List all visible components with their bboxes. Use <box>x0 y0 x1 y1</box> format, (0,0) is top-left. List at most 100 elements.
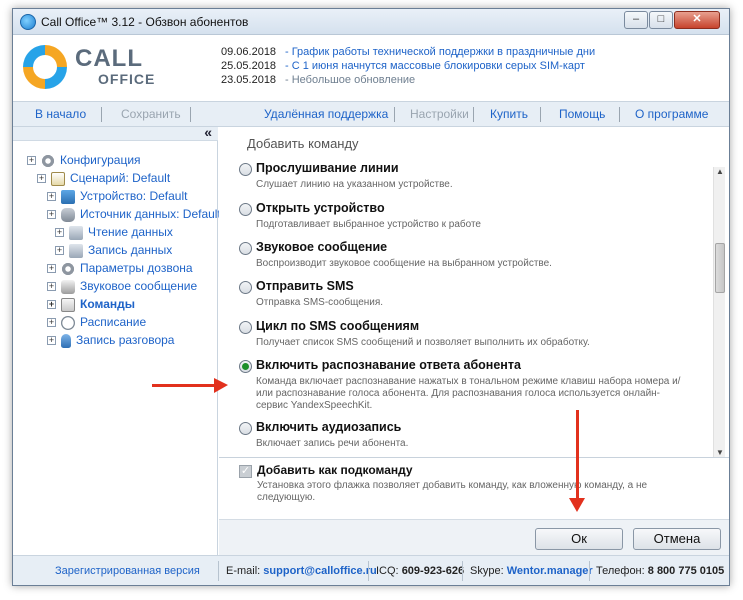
remote-support-button[interactable]: Удалённая поддержка <box>264 107 388 121</box>
phone-number: 8 800 775 0105 <box>647 565 725 577</box>
logo-text-call: CALL <box>75 45 143 72</box>
option-label: Открыть устройство <box>256 201 385 215</box>
tree-item-data-source[interactable]: + Источник данных: Default <box>47 206 221 223</box>
option-label: Отправить SMS <box>256 279 354 293</box>
tree-item-configuration[interactable]: + Конфигурация <box>27 152 141 169</box>
document-icon <box>51 171 65 186</box>
news-date: 25.05.2018 <box>221 60 277 72</box>
annotation-arrow-right <box>152 378 228 393</box>
expand-icon[interactable]: + <box>47 282 56 292</box>
subcommand-checkbox[interactable]: ✓ <box>239 465 252 478</box>
toolbar-divider <box>190 107 191 122</box>
news-link[interactable]: - Небольшое обновление <box>285 74 415 86</box>
device-icon <box>61 189 75 204</box>
save-button[interactable]: Сохранить <box>121 107 181 121</box>
expand-icon[interactable]: + <box>47 264 56 274</box>
expand-icon[interactable]: + <box>47 192 56 202</box>
option-label: Включить распознавание ответа абонента <box>256 358 521 372</box>
radio-button[interactable] <box>239 281 252 294</box>
radio-button[interactable] <box>239 163 252 176</box>
news-list: 09.06.2018 - График работы технической по… <box>221 45 595 87</box>
news-date: 23.05.2018 <box>221 74 277 86</box>
option-description: Получает список SMS сообщений и позволяе… <box>256 337 590 348</box>
subcommand-section: ✓ Добавить как подкоманду Установка этог… <box>219 457 729 507</box>
expand-icon[interactable]: + <box>55 246 64 256</box>
registered-version-label: Зарегистрированная версия <box>55 565 200 577</box>
icq-label: ICQ: <box>376 565 399 577</box>
news-link[interactable]: - С 1 июня начнутся массовые блокировки … <box>285 60 585 72</box>
news-item: 09.06.2018 - График работы технической по… <box>221 45 595 59</box>
radio-button-selected[interactable] <box>239 360 252 373</box>
radio-button[interactable] <box>239 422 252 435</box>
tree-item-commands[interactable]: + Команды <box>47 296 135 313</box>
tree-item-sound-message[interactable]: + Звуковое сообщение <box>47 278 197 295</box>
data-read-icon <box>69 225 83 240</box>
option-description: Воспроизводит звуковое сообщение на выбр… <box>256 258 552 269</box>
radio-button[interactable] <box>239 203 252 216</box>
gear-icon <box>41 153 55 168</box>
toolbar-divider <box>394 107 395 122</box>
email-link[interactable]: support@calloffice.ru <box>263 565 376 577</box>
about-button[interactable]: О программе <box>635 107 708 121</box>
expand-icon[interactable]: + <box>47 300 56 310</box>
commands-icon <box>61 297 75 312</box>
expand-icon[interactable]: + <box>37 174 46 184</box>
cancel-button[interactable]: Отмена <box>633 528 721 550</box>
tree-item-label: Запись разговора <box>76 333 175 347</box>
options-scrollbar[interactable]: ▲ ▼ <box>713 167 725 457</box>
expand-icon[interactable]: + <box>27 156 36 166</box>
maximize-button[interactable]: □ <box>649 11 673 29</box>
app-window: Call Office™ 3.12 - Обзвон абонентов – □… <box>12 8 730 586</box>
scrollbar-thumb[interactable] <box>715 243 725 293</box>
tree-item-data-read[interactable]: + Чтение данных <box>55 224 173 241</box>
tree-item-call-recording[interactable]: + Запись разговора <box>47 332 174 349</box>
minimize-button[interactable]: – <box>624 11 648 29</box>
option-label: Включить аудиозапись <box>256 420 402 434</box>
tree-item-label: Звуковое сообщение <box>80 279 198 293</box>
collapse-panel-button[interactable]: « <box>13 124 218 141</box>
option-description: Подготавливает выбранное устройство к ра… <box>256 219 481 230</box>
phone-info: Телефон: 8 800 775 0105 <box>596 565 724 577</box>
database-icon <box>61 207 75 222</box>
collapse-icon[interactable]: « <box>204 124 212 140</box>
email-info: E-mail: support@calloffice.ru <box>226 565 377 577</box>
radio-button[interactable] <box>239 242 252 255</box>
help-button[interactable]: Помощь <box>559 107 605 121</box>
logo-text-office: OFFICE <box>98 71 156 87</box>
tree-item-dial-params[interactable]: + Параметры дозвона <box>47 260 193 277</box>
toolbar-divider <box>473 107 474 122</box>
expand-icon[interactable]: + <box>47 318 56 328</box>
expand-icon[interactable]: + <box>47 210 56 220</box>
tree-item-data-write[interactable]: + Запись данных <box>55 242 172 259</box>
tree-item-device[interactable]: + Устройство: Default <box>47 188 187 205</box>
expand-icon[interactable]: + <box>55 228 64 238</box>
logo-swirl-icon <box>23 45 67 89</box>
clock-icon <box>61 315 75 330</box>
tree-item-label: Запись данных <box>88 243 173 257</box>
close-button[interactable]: ✕ <box>674 11 720 29</box>
title-bar[interactable]: Call Office™ 3.12 - Обзвон абонентов – □… <box>13 9 729 35</box>
speaker-icon <box>61 279 75 294</box>
data-write-icon <box>69 243 83 258</box>
scroll-down-icon[interactable]: ▼ <box>716 448 724 457</box>
subcommand-label: Добавить как подкоманду <box>257 463 413 477</box>
tree-item-scenario[interactable]: + Сценарий: Default <box>37 170 170 187</box>
skype-link[interactable]: Wentor.manager <box>507 565 593 577</box>
toolbar-divider <box>540 107 541 122</box>
add-command-panel: Добавить команду Прослушивание линии Слу… <box>219 127 729 555</box>
ok-button[interactable]: Ок <box>535 528 623 550</box>
radio-button[interactable] <box>239 321 252 334</box>
icq-info: ICQ: 609-923-626 <box>376 565 464 577</box>
home-button[interactable]: В начало <box>35 107 86 121</box>
settings-button[interactable]: Настройки <box>410 107 469 121</box>
buy-button[interactable]: Купить <box>490 107 528 121</box>
news-link[interactable]: - График работы технической поддержки в … <box>285 46 595 58</box>
expand-icon[interactable]: + <box>47 336 56 346</box>
tree-item-schedule[interactable]: + Расписание <box>47 314 146 331</box>
dialog-button-bar: Ок Отмена <box>219 519 729 555</box>
scroll-up-icon[interactable]: ▲ <box>716 167 724 176</box>
option-description: Слушает линию на указанном устройстве. <box>256 179 453 190</box>
option-description: Команда включает распознавание нажатых в… <box>256 376 681 411</box>
email-label: E-mail: <box>226 565 261 577</box>
option-label: Цикл по SMS сообщениям <box>256 319 420 333</box>
